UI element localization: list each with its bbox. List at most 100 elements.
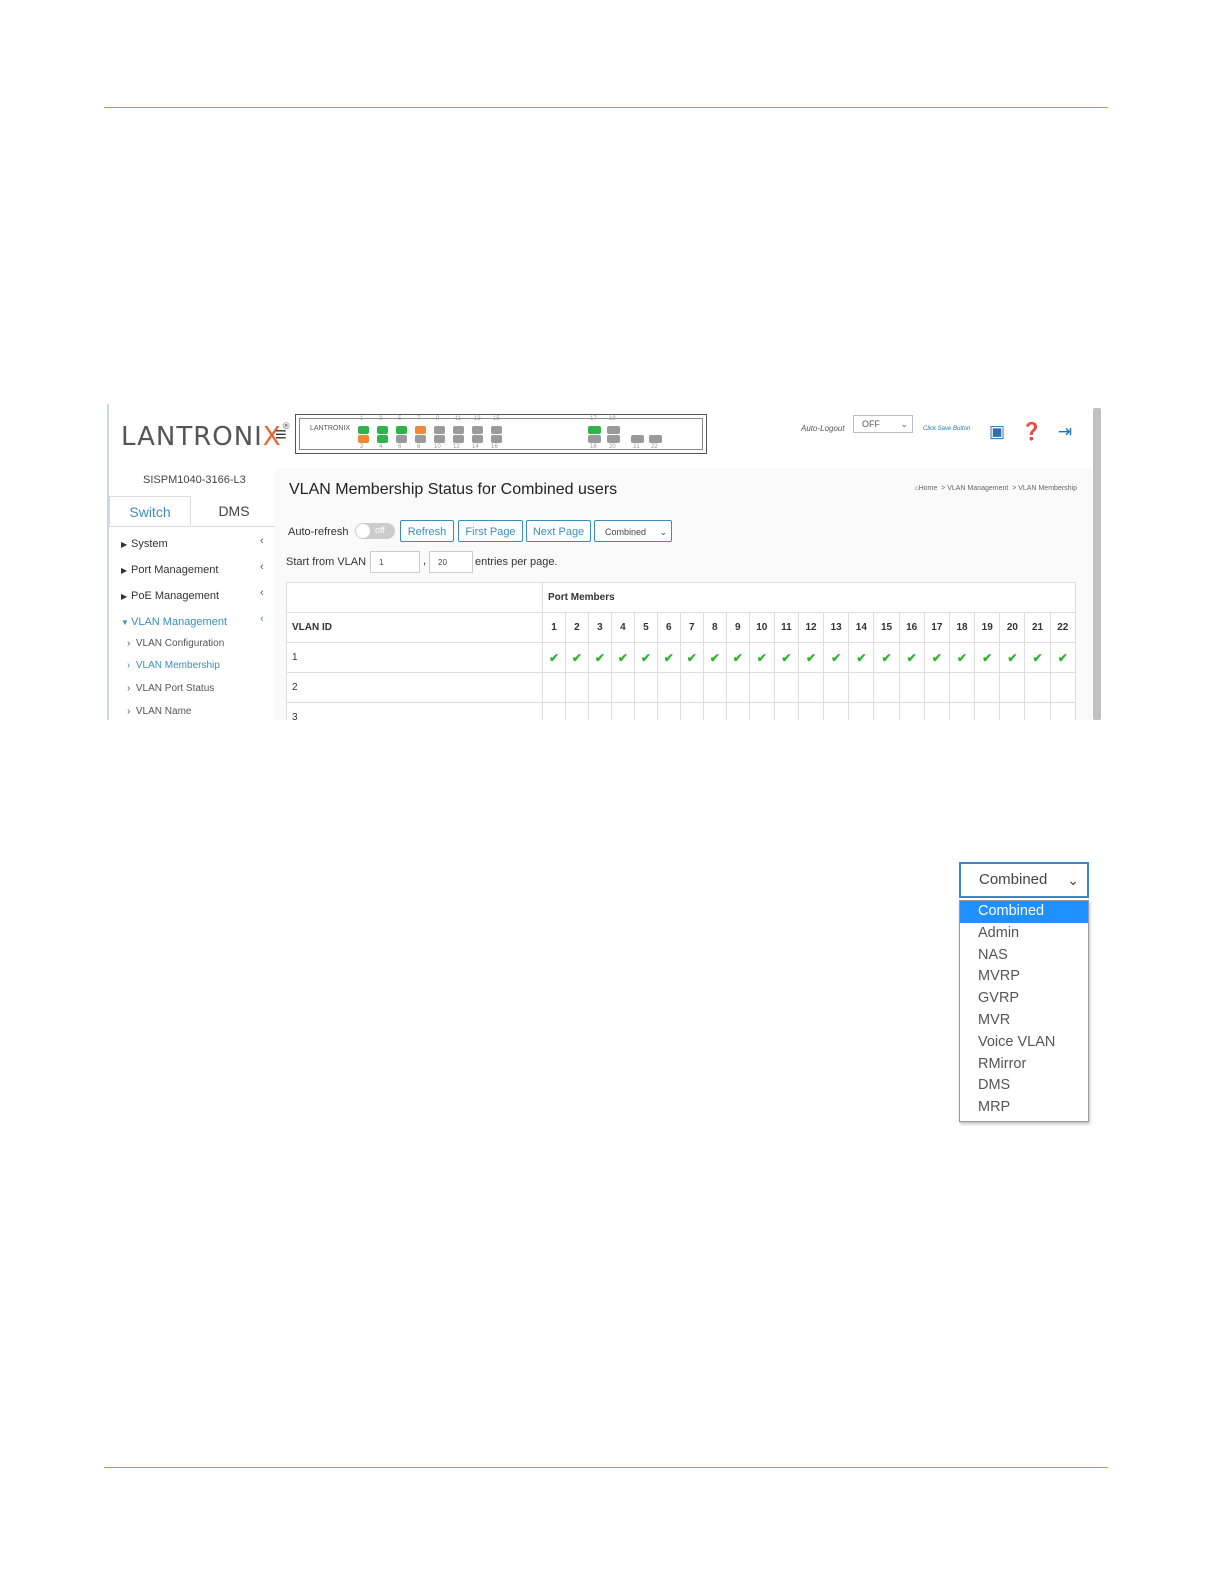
member-cell: ✔ bbox=[702, 642, 727, 673]
switch-ui-screenshot: LANTRONIX® ≡ LANTRONIX 1 3 5 7 9 11 13 15 17 19 2 4… bbox=[107, 404, 1103, 720]
member-cell bbox=[564, 702, 589, 720]
dropdown-option[interactable]: DMS bbox=[960, 1075, 1088, 1097]
port-led-icon bbox=[396, 435, 407, 443]
port-led-icon bbox=[491, 426, 502, 434]
user-type-select[interactable]: Combined ⌄ bbox=[594, 520, 672, 542]
sidebar-item-port-management[interactable]: ▶ Port Management bbox=[121, 564, 218, 576]
first-page-button[interactable]: First Page bbox=[458, 520, 523, 542]
port-header-10: 10 bbox=[748, 612, 775, 643]
dropdown-option[interactable]: MVRP bbox=[960, 966, 1088, 988]
sidebar-item-poe-management[interactable]: ▶ PoE Management bbox=[121, 590, 219, 602]
submenu-vlan-membership[interactable]: › VLAN Membership bbox=[127, 660, 220, 671]
member-cell: ✔ bbox=[923, 642, 950, 673]
member-cell: ✔ bbox=[633, 642, 658, 673]
member-cell bbox=[898, 702, 925, 720]
breadcrumb-vlan-membership: VLAN Membership bbox=[1018, 485, 1077, 492]
collapse-icon: ‹ bbox=[260, 613, 264, 625]
member-cell bbox=[610, 672, 635, 703]
member-cell bbox=[823, 702, 850, 720]
port-header-15: 15 bbox=[873, 612, 900, 643]
autorefresh-toggle[interactable]: off bbox=[355, 523, 395, 539]
check-icon: ✔ bbox=[1007, 650, 1018, 665]
port-number: 19 bbox=[609, 416, 616, 422]
port-led-icon bbox=[434, 435, 445, 443]
member-cell bbox=[873, 672, 900, 703]
port-led-icon bbox=[472, 435, 483, 443]
member-cell bbox=[898, 672, 925, 703]
member-cell bbox=[702, 672, 727, 703]
check-icon: ✔ bbox=[663, 650, 674, 665]
table-row: 2 bbox=[286, 672, 1077, 703]
save-icon[interactable]: ▣ bbox=[987, 422, 1007, 442]
breadcrumb-vlan-management[interactable]: VLAN Management bbox=[947, 485, 1008, 492]
check-icon: ✔ bbox=[709, 650, 720, 665]
check-icon: ✔ bbox=[686, 650, 697, 665]
submenu-vlan-port-status[interactable]: › VLAN Port Status bbox=[127, 683, 214, 694]
dropdown-option[interactable]: MRP bbox=[960, 1097, 1088, 1119]
member-cell bbox=[610, 702, 635, 720]
brand-logo: LANTRONIX® bbox=[121, 422, 292, 452]
port-number: 1 bbox=[360, 416, 364, 422]
dropdown-option[interactable]: NAS bbox=[960, 945, 1088, 967]
dropdown-option[interactable]: Admin bbox=[960, 923, 1088, 945]
member-cell: ✔ bbox=[873, 642, 900, 673]
port-led-icon bbox=[358, 426, 369, 434]
refresh-button[interactable]: Refresh bbox=[400, 520, 454, 542]
member-cell bbox=[633, 672, 658, 703]
sidebar: SISPM1040-3166-L3 Switch DMS ▶ System ‹ ▶… bbox=[109, 468, 275, 720]
breadcrumb: ⌂Home > VLAN Management > VLAN Membershi… bbox=[914, 485, 1077, 492]
port-number: 4 bbox=[379, 444, 383, 450]
member-cell: ✔ bbox=[748, 642, 775, 673]
port-led-icon bbox=[396, 426, 407, 434]
member-cell bbox=[999, 672, 1026, 703]
port-header-14: 14 bbox=[848, 612, 875, 643]
member-cell bbox=[679, 672, 704, 703]
start-vlan-label: Start from VLAN bbox=[286, 556, 367, 568]
submenu-vlan-name[interactable]: › VLAN Name bbox=[127, 706, 191, 717]
check-icon: ✔ bbox=[805, 650, 817, 665]
member-cell bbox=[725, 702, 750, 720]
member-cell: ✔ bbox=[564, 642, 589, 673]
dropdown-option[interactable]: Combined bbox=[960, 901, 1088, 923]
entries-per-page-input[interactable]: 20 bbox=[429, 551, 473, 573]
dropdown-option[interactable]: GVRP bbox=[960, 988, 1088, 1010]
sfp-port-icon bbox=[588, 426, 601, 434]
breadcrumb-home[interactable]: Home bbox=[919, 485, 938, 492]
tab-switch[interactable]: Switch bbox=[109, 496, 191, 526]
tab-dms[interactable]: DMS bbox=[193, 496, 275, 526]
check-icon: ✔ bbox=[1032, 650, 1043, 665]
check-icon: ✔ bbox=[617, 650, 628, 665]
sidebar-item-system[interactable]: ▶ System bbox=[121, 538, 168, 550]
port-header-11: 11 bbox=[773, 612, 799, 643]
next-page-button[interactable]: Next Page bbox=[526, 520, 591, 542]
panel-logo: LANTRONIX bbox=[310, 425, 351, 432]
auto-logout-select[interactable]: OFF ⌄ bbox=[853, 415, 913, 433]
help-icon[interactable]: ❓ bbox=[1021, 422, 1042, 442]
user-type-dropdown[interactable]: Combined ⌄ bbox=[959, 862, 1089, 898]
port-header-6: 6 bbox=[656, 612, 681, 643]
member-cell bbox=[1049, 702, 1077, 720]
port-header-19: 19 bbox=[974, 612, 1001, 643]
dropdown-option[interactable]: Voice VLAN bbox=[960, 1032, 1088, 1054]
dropdown-option[interactable]: MVR bbox=[960, 1010, 1088, 1032]
port-led-icon bbox=[491, 435, 502, 443]
start-vlan-input[interactable]: 1 bbox=[370, 551, 420, 573]
collapse-icon: ‹ bbox=[260, 587, 264, 599]
table-header-row: VLAN ID 1 2 3 4 5 6 7 8 9 10 11 12 13 14 15 16 17 18 19 20 2… bbox=[286, 612, 1077, 643]
check-icon: ✔ bbox=[1057, 650, 1068, 665]
logout-icon[interactable]: ⇥ bbox=[1055, 422, 1075, 442]
submenu-vlan-configuration[interactable]: › VLAN Configuration bbox=[127, 638, 224, 649]
menu-toggle-icon[interactable]: ≡ bbox=[275, 424, 287, 447]
sidebar-item-vlan-management[interactable]: ▼ VLAN Management bbox=[121, 616, 227, 628]
check-icon: ✔ bbox=[571, 650, 582, 665]
port-number: 12 bbox=[453, 444, 460, 450]
dropdown-option[interactable]: RMirror bbox=[960, 1054, 1088, 1076]
member-cell: ✔ bbox=[725, 642, 750, 673]
member-cell bbox=[823, 672, 850, 703]
device-panel: LANTRONIX 1 3 5 7 9 11 13 15 17 19 2 4 6 8 10 12 14 16 18 2… bbox=[295, 414, 707, 454]
vlan-id-header: VLAN ID bbox=[286, 612, 543, 643]
header-rule bbox=[104, 107, 1108, 108]
scrollbar[interactable] bbox=[1093, 408, 1101, 720]
member-cell bbox=[1024, 672, 1051, 703]
member-cell: ✔ bbox=[974, 642, 1001, 673]
